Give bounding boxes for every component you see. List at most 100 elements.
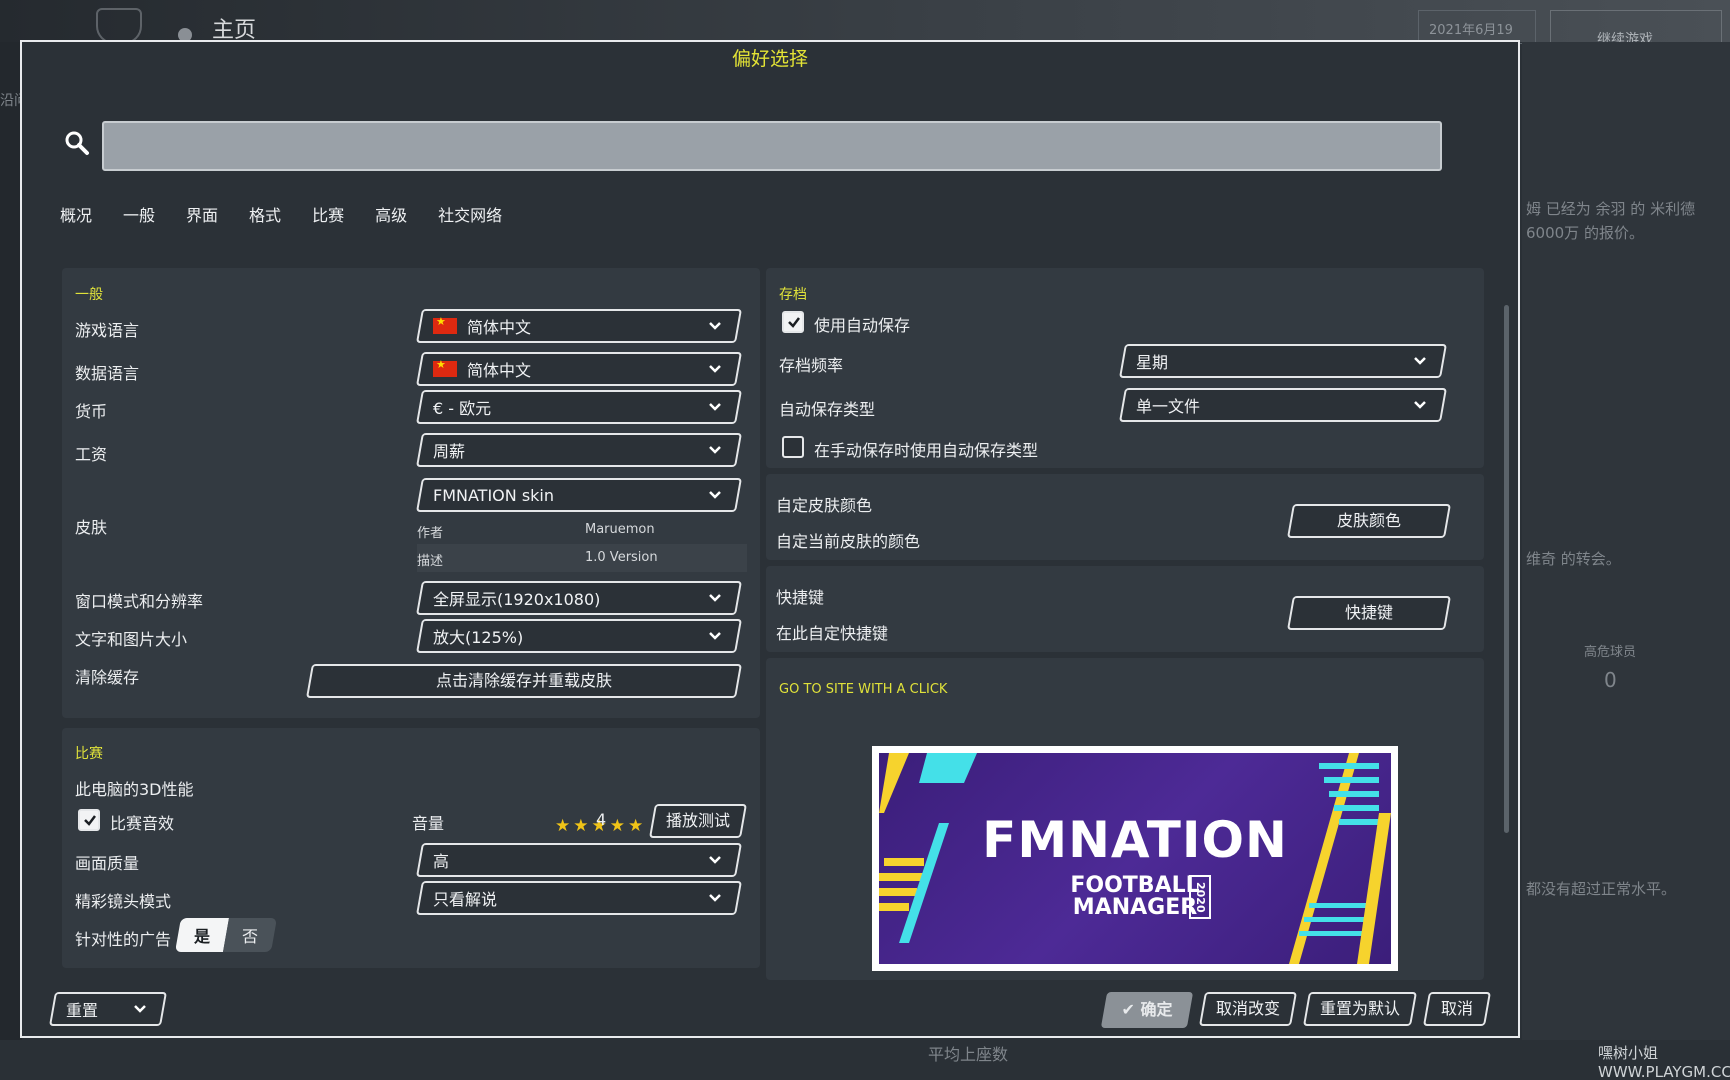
high-risk-players-label: 高危球员 [1584,645,1637,660]
clear-cache-button[interactable]: 点击清除缓存并重载皮肤 [306,664,742,698]
quality-label: 画面质量 [75,854,140,873]
autosave-type-label: 自动保存类型 [779,400,876,419]
preferences-dialog: 偏好选择 概况一般界面格式比赛高级社交网络 一般 游戏语言 简体中文 数据语言 … [20,40,1520,1038]
chevron-down-icon [134,1005,146,1013]
manual-save-checkbox[interactable] [782,436,804,458]
targeted-ads-label: 针对性的广告 [75,930,172,949]
tab-3[interactable]: 格式 [249,202,281,226]
check-icon [84,815,96,826]
skin-dropdown[interactable]: FMNATION skin [416,478,742,512]
clear-cache-button-label: 点击清除缓存并重载皮肤 [435,671,612,690]
star-icon: ★ [609,816,625,836]
watermark: 嘿树小姐 WWW.PLAYGM.CC [1598,1044,1730,1080]
tab-1[interactable]: 一般 [123,202,155,226]
confirm-button[interactable]: ✔ 确定 [1100,992,1194,1028]
china-flag-icon [433,318,457,334]
banner-logo-text: FMNATION [982,811,1288,869]
banner-sub-line1: FOOTBALL [1070,873,1200,898]
banner-year: 2020 [1189,875,1211,919]
fmnation-banner[interactable]: FMNATION FOOTBALL MANAGER 2020 [872,746,1398,971]
game-language-dropdown[interactable]: 简体中文 [416,309,742,343]
news-text: 都没有超过正常水平。 [1526,880,1677,898]
content-scrollbar[interactable] [1504,305,1509,833]
ads-no-option[interactable]: 否 [223,918,277,952]
club-crest-icon [96,8,142,44]
cancel-label: 取消 [1440,999,1473,1018]
skin-color-title: 自定皮肤颜色 [776,496,873,515]
search-input[interactable] [102,121,1442,171]
chevron-down-icon [709,403,721,411]
highlight-mode-value: 只看解说 [433,890,498,909]
skin-color-button-label: 皮肤颜色 [1336,511,1401,530]
match-sound-checkbox[interactable] [78,809,100,831]
chevron-down-icon [709,894,721,902]
skin-color-button[interactable]: 皮肤颜色 [1287,504,1451,538]
wage-value: 周薪 [433,442,466,461]
skin-author-row: 作者 Maruemon [417,516,747,544]
chevron-down-icon [709,632,721,640]
reset-default-button[interactable]: 重置为默认 [1303,992,1417,1026]
skin-value: FMNATION skin [433,485,555,505]
text-size-dropdown[interactable]: 放大(125%) [416,619,742,653]
save-header: 存档 [779,287,807,303]
currency-dropdown[interactable]: € - 欧元 [416,390,742,424]
general-header: 一般 [75,287,103,303]
shortcut-button[interactable]: 快捷键 [1287,596,1451,630]
match-header: 比赛 [75,746,103,762]
tab-0[interactable]: 概况 [60,202,92,226]
skin-desc-row: 描述 1.0 Version [417,544,747,572]
quality-dropdown[interactable]: 高 [416,843,742,877]
chevron-down-icon [1414,401,1426,409]
chevron-down-icon [709,594,721,602]
tab-2[interactable]: 界面 [186,202,218,226]
window-mode-dropdown[interactable]: 全屏显示(1920x1080) [416,581,742,615]
ads-yes-option[interactable]: 是 [175,918,229,952]
currency-value: € - 欧元 [433,399,492,418]
news-text: 姆 已经为 余羽 的 米利德 [1526,200,1696,218]
background-bottom [0,1040,1730,1080]
shortcut-button-label: 快捷键 [1344,603,1393,622]
cancel-changes-button[interactable]: 取消改变 [1199,992,1297,1026]
check-icon [788,317,800,328]
ads-no-label: 否 [241,927,258,946]
tab-4[interactable]: 比赛 [312,202,344,226]
chevron-down-icon [709,491,721,499]
chevron-down-icon [709,322,721,330]
text-size-label: 文字和图片大小 [75,630,188,649]
targeted-ads-toggle[interactable]: 是 否 [175,918,277,952]
star-icon: ★ [555,816,571,836]
autosave-type-value: 单一文件 [1136,397,1201,416]
reset-dropdown[interactable]: 重置 [49,992,167,1026]
3d-performance-label: 此电脑的3D性能 [75,780,194,799]
autosave-checkbox[interactable] [782,311,804,333]
match-sound-label: 比赛音效 [110,814,175,833]
data-language-value: 简体中文 [467,361,532,380]
skin-color-desc: 自定当前皮肤的颜色 [776,532,921,551]
chevron-down-icon [1414,357,1426,365]
search-icon [65,131,89,155]
data-language-dropdown[interactable]: 简体中文 [416,352,742,386]
fmnation-banner-art: FMNATION FOOTBALL MANAGER 2020 [879,753,1391,964]
star-icon: ★ [573,816,589,836]
play-test-button[interactable]: 播放测试 [649,804,747,838]
high-risk-players-value: 0 [1604,668,1617,692]
background-left-strip [0,42,22,1042]
dialog-title: 偏好选择 [731,48,808,70]
cancel-button[interactable]: 取消 [1423,992,1491,1026]
autosave-type-dropdown[interactable]: 单一文件 [1119,388,1447,422]
window-mode-label: 窗口模式和分辨率 [75,592,204,611]
avg-attendance-label: 平均上座数 [928,1045,1009,1064]
skin-author-label: 作者 [417,526,444,541]
ads-yes-label: 是 [193,927,210,946]
chevron-down-icon [709,446,721,454]
wage-dropdown[interactable]: 周薪 [416,433,742,467]
save-frequency-dropdown[interactable]: 星期 [1119,344,1447,378]
volume-value: 4 [596,810,607,829]
highlight-mode-dropdown[interactable]: 只看解说 [416,881,742,915]
tab-5[interactable]: 高级 [375,202,407,226]
tab-6[interactable]: 社交网络 [438,202,502,226]
currency-label: 货币 [75,402,108,421]
game-date: 2021年6月19日 [1418,10,1536,57]
quality-value: 高 [433,852,450,871]
news-text: 6000万 的报价。 [1526,224,1644,242]
